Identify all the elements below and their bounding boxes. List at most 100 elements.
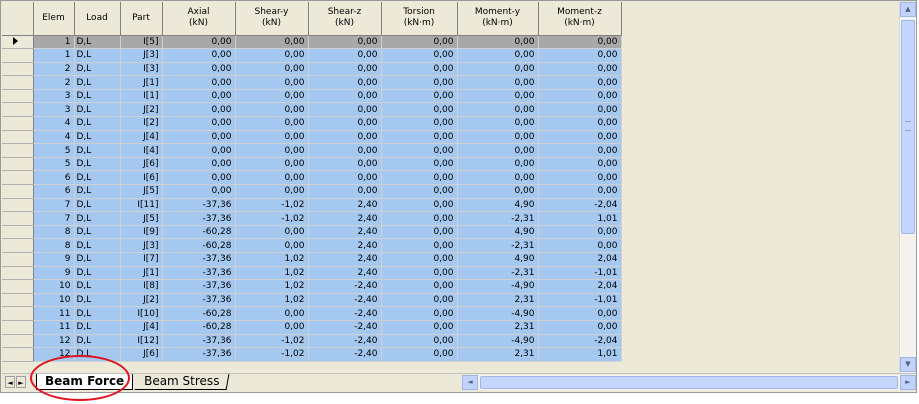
cell-sheary[interactable]: 0,00 [235,306,309,321]
cell-momenty[interactable]: -4,90 [457,334,539,349]
cell-torsion[interactable]: 0,00 [381,157,458,172]
cell-axial[interactable]: 0,00 [162,48,236,63]
cell-part[interactable]: J[2] [120,293,163,308]
cell-momentz[interactable]: 0,00 [538,75,622,90]
row-selector[interactable] [2,62,34,77]
cell-elem[interactable]: 2 [33,75,75,90]
cell-elem[interactable]: 12 [33,334,75,349]
table-row[interactable]: 3 D,L J[2] 0,00 0,00 0,00 0,00 0,00 0,00 [2,102,622,118]
cell-momenty[interactable]: -4,90 [457,279,539,294]
cell-part[interactable]: I[10] [120,306,163,321]
cell-elem[interactable]: 4 [33,116,75,131]
cell-load[interactable]: D,L [74,116,121,131]
table-row[interactable]: 12 D,L I[12] -37,36 -1,02 -2,40 0,00 -4,90 -2,04 [2,334,622,349]
row-selector[interactable] [2,293,34,308]
row-selector[interactable] [2,116,34,131]
cell-momentz[interactable]: 0,00 [538,62,622,77]
cell-momentz[interactable]: -2,04 [538,198,622,213]
row-selector[interactable] [2,266,34,281]
cell-shearz[interactable]: 2,40 [308,238,382,253]
cell-sheary[interactable]: 0,00 [235,143,309,158]
cell-axial[interactable]: 0,00 [162,170,236,186]
cell-part[interactable]: J[5] [120,184,163,199]
cell-sheary[interactable]: 0,00 [235,102,309,118]
row-selector[interactable] [2,347,34,362]
cell-shearz[interactable]: 0,00 [308,184,382,199]
cell-sheary[interactable]: 0,00 [235,238,309,253]
cell-load[interactable]: D,L [74,306,121,321]
cell-part[interactable]: I[4] [120,143,163,158]
table-row[interactable]: 4 D,L I[2] 0,00 0,00 0,00 0,00 0,00 0,00 [2,116,622,131]
cell-shearz[interactable]: -2,40 [308,306,382,321]
column-header-part[interactable]: Part [120,2,163,36]
cell-axial[interactable]: -37,36 [162,347,236,362]
scroll-up-button[interactable]: ▲ [900,2,916,17]
cell-torsion[interactable]: 0,00 [381,238,458,253]
row-selector[interactable] [2,279,34,294]
cell-elem[interactable]: 6 [33,184,75,199]
cell-shearz[interactable]: 2,40 [308,252,382,267]
cell-momenty[interactable]: 2,31 [457,347,539,362]
cell-momentz[interactable]: 2,04 [538,279,622,294]
cell-momenty[interactable]: 0,00 [457,62,539,77]
cell-shearz[interactable]: 0,00 [308,143,382,158]
cell-shearz[interactable]: -2,40 [308,334,382,349]
cell-load[interactable]: D,L [74,102,121,118]
cell-momenty[interactable]: 0,00 [457,102,539,118]
cell-part[interactable]: I[7] [120,252,163,267]
cell-torsion[interactable]: 0,00 [381,320,458,335]
cell-part[interactable]: I[2] [120,116,163,131]
cell-shearz[interactable]: 0,00 [308,75,382,90]
column-header-shear-y[interactable]: Shear-y (kN) [235,2,309,36]
table-row[interactable]: 11 D,L J[4] -60,28 0,00 -2,40 0,00 2,31 0,00 [2,320,622,335]
cell-momentz[interactable]: 0,00 [538,130,622,145]
cell-momenty[interactable]: 0,00 [457,157,539,172]
cell-sheary[interactable]: 0,00 [235,130,309,145]
cell-torsion[interactable]: 0,00 [381,130,458,145]
cell-shearz[interactable]: 0,00 [308,116,382,131]
cell-shearz[interactable]: 2,40 [308,211,382,226]
cell-part[interactable]: J[3] [120,48,163,63]
cell-momentz[interactable]: 2,04 [538,252,622,267]
table-row[interactable]: 9 D,L J[1] -37,36 1,02 2,40 0,00 -2,31 -1,01 [2,266,622,281]
cell-load[interactable]: D,L [74,170,121,186]
cell-elem[interactable]: 8 [33,238,75,253]
cell-momentz[interactable]: 0,00 [538,157,622,172]
cell-axial[interactable]: -60,28 [162,306,236,321]
cell-momentz[interactable]: 1,01 [538,347,622,362]
cell-momentz[interactable]: 1,01 [538,211,622,226]
cell-load[interactable]: D,L [74,293,121,308]
cell-elem[interactable]: 9 [33,266,75,281]
cell-momenty[interactable]: 0,00 [457,184,539,199]
cell-momentz[interactable]: -1,01 [538,293,622,308]
cell-axial[interactable]: -60,28 [162,238,236,253]
cell-elem[interactable]: 11 [33,320,75,335]
horizontal-scrollbar[interactable]: ◄ ► [462,375,916,390]
cell-torsion[interactable]: 0,00 [381,48,458,63]
table-row[interactable]: 2 D,L J[1] 0,00 0,00 0,00 0,00 0,00 0,00 [2,75,622,90]
cell-elem[interactable]: 6 [33,170,75,186]
cell-sheary[interactable]: 0,00 [235,48,309,63]
cell-torsion[interactable]: 0,00 [381,143,458,158]
cell-sheary[interactable]: 0,00 [235,157,309,172]
cell-sheary[interactable]: -1,02 [235,198,309,213]
row-selector[interactable] [2,225,34,240]
row-selector[interactable] [2,48,34,63]
cell-shearz[interactable]: 0,00 [308,89,382,104]
cell-torsion[interactable]: 0,00 [381,116,458,131]
cell-sheary[interactable]: 0,00 [235,62,309,77]
cell-momenty[interactable]: 2,31 [457,320,539,335]
cell-part[interactable]: J[4] [120,130,163,145]
cell-momenty[interactable]: -2,31 [457,266,539,281]
scroll-left-button[interactable]: ◄ [462,375,478,390]
cell-sheary[interactable]: 0,00 [235,116,309,131]
cell-load[interactable]: D,L [74,334,121,349]
row-selector[interactable] [2,252,34,267]
cell-momentz[interactable]: 0,00 [538,89,622,104]
table-row[interactable]: 5 D,L J[6] 0,00 0,00 0,00 0,00 0,00 0,00 [2,157,622,172]
cell-elem[interactable]: 5 [33,157,75,172]
cell-torsion[interactable]: 0,00 [381,184,458,199]
cell-shearz[interactable]: 0,00 [308,102,382,118]
cell-part[interactable]: J[5] [120,211,163,226]
vertical-scrollbar[interactable]: ▲ ▼ [899,2,916,373]
